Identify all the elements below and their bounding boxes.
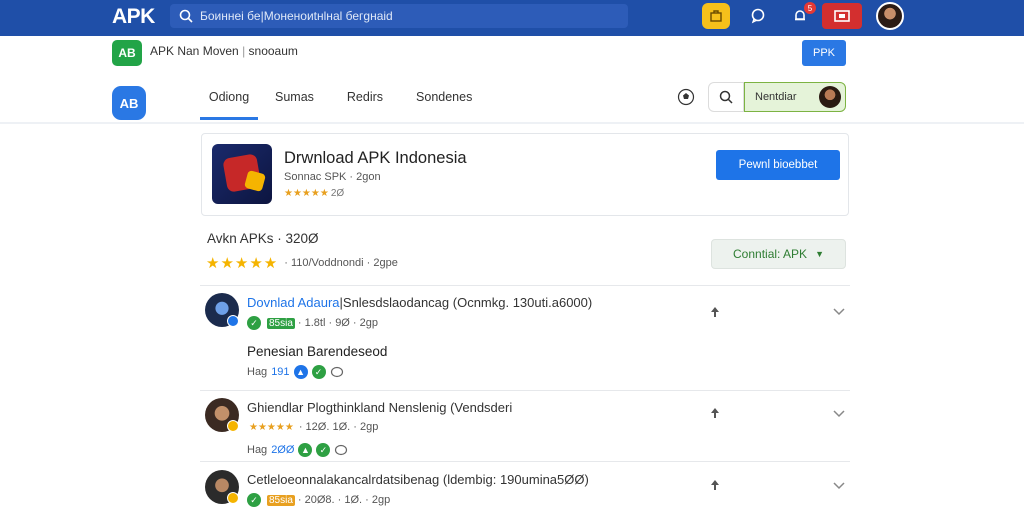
sub-title-subtitle: snooaum xyxy=(248,44,298,58)
sub-header-button[interactable]: PPK xyxy=(802,40,846,66)
item-meta-text: · 20Ø8. · 1Ø. · 2gp xyxy=(297,494,391,506)
summary-title: Avkn APKs · 320Ø xyxy=(207,231,319,246)
app-stars: ★★★★★ xyxy=(284,188,329,199)
foot-value: 191 xyxy=(271,366,290,378)
nav-search-button[interactable] xyxy=(708,82,744,112)
item-chip: ★★★★★ xyxy=(249,421,294,433)
item-title-rest: |Snlesdslaodancag (Ocnmkg. 130uti.a6000) xyxy=(339,295,593,310)
check-icon[interactable]: ✓ xyxy=(311,365,326,379)
verified-badge-icon xyxy=(227,420,239,432)
continue-apk-label: Conntial: APK xyxy=(733,247,808,261)
comment-icon[interactable] xyxy=(330,366,346,378)
nav-divider xyxy=(0,122,1024,124)
summary-meta: · 110/Voddnondi · 2gpe xyxy=(284,257,398,269)
item-title[interactable]: Ghiendlar Plogthinkland Nenslenig (Vends… xyxy=(247,400,512,415)
like-icon[interactable]: ▲ xyxy=(298,443,313,457)
item-title-link[interactable]: Dovnlad Adaura xyxy=(247,295,340,310)
foot-value: 2ØØ xyxy=(271,444,295,456)
tab-2[interactable]: Redirs xyxy=(347,84,383,120)
tab-3[interactable]: Sondenes xyxy=(416,84,472,120)
app-icon xyxy=(212,144,272,204)
site-logo[interactable]: APK xyxy=(112,5,155,29)
video-button[interactable] xyxy=(822,3,862,29)
search-input[interactable]: Боиннеі бе|Мoнeнoиtнlнal бегgнаіd xyxy=(170,4,628,28)
notifications-button[interactable]: 5 xyxy=(786,2,816,29)
search-icon xyxy=(719,90,733,104)
item-meta: ✓ 85sia · 20Ø8. · 1Ø. · 2gp xyxy=(247,493,390,507)
tab-0[interactable]: Odiong xyxy=(200,84,258,120)
video-icon xyxy=(834,10,850,22)
list-item: Cetleloeonnalakancalrdatsibenag (ldembig… xyxy=(200,470,850,510)
upvote-icon[interactable] xyxy=(708,305,722,319)
sub-header: AB APK Nan Moven | snooaum xyxy=(0,36,1024,66)
continue-apk-button[interactable]: Conntial: APK ▼ xyxy=(711,239,846,269)
sub-title-text: APK Nan Moven xyxy=(150,44,239,58)
like-icon[interactable]: ▲ xyxy=(293,365,308,379)
app-subtitle: Sonnac SPK · 2gon xyxy=(284,171,381,183)
upvote-icon[interactable] xyxy=(708,478,722,492)
app-rating: ★★★★★ 2Ø xyxy=(284,188,344,199)
item-title[interactable]: Dovnlad Adaura|Snlesdslaodancag (Ocnmkg.… xyxy=(247,295,592,310)
comment-icon[interactable] xyxy=(334,444,350,456)
download-button[interactable]: Pewnl bioebbet xyxy=(716,150,840,180)
chevron-down-icon[interactable] xyxy=(832,409,846,419)
item-chip: 85sia xyxy=(267,494,295,506)
sub-header-title: APK Nan Moven | snooaum xyxy=(150,44,298,58)
chevron-down-icon[interactable] xyxy=(832,481,846,491)
signin-button[interactable]: Nentdiar xyxy=(744,82,846,112)
app-card: Drwnload APK Indonesia Sonnac SPK · 2gon… xyxy=(201,133,849,216)
app-title: Drwnload APK Indonesia xyxy=(284,149,467,167)
item-footer: Hag 2ØØ ▲ ✓ xyxy=(247,443,350,457)
notification-badge: 5 xyxy=(804,2,816,14)
verified-badge-icon xyxy=(227,492,239,504)
item-title-rest: Ghiendlar Plogthinkland Nenslenig (Vends… xyxy=(247,400,513,415)
item-title[interactable]: Cetleloeonnalakancalrdatsibenag (ldembig… xyxy=(247,472,589,487)
item-footer: Hag 191 ▲ ✓ xyxy=(247,365,346,379)
item-body: Penesian Barendeseod xyxy=(247,344,388,359)
divider xyxy=(200,285,850,286)
item-meta: ★★★★★ · 12Ø. 1Ø. · 2gp xyxy=(247,421,378,433)
chevron-down-icon[interactable] xyxy=(832,307,846,317)
divider xyxy=(200,390,850,391)
shop-icon xyxy=(710,10,722,22)
sub-title-separator: | xyxy=(242,44,246,58)
signin-label: Nentdiar xyxy=(755,91,797,103)
foot-label: Hag xyxy=(247,366,268,378)
shop-button[interactable] xyxy=(702,3,730,29)
chat-button[interactable] xyxy=(744,3,772,29)
item-chip: 85sia xyxy=(267,317,295,329)
check-icon[interactable]: ✓ xyxy=(316,443,331,457)
nav-logo[interactable]: AB xyxy=(112,86,146,120)
summary-stars: ★★★★★ xyxy=(206,255,279,272)
item-title-rest: Cetleloeonnalakancalrdatsibenag (ldembig… xyxy=(247,472,589,487)
item-meta: ✓ 85sia · 1.8tl · 9Ø · 2gp xyxy=(247,316,378,330)
signin-avatar xyxy=(819,86,841,108)
chevron-down-icon: ▼ xyxy=(815,249,824,259)
list-item: Dovnlad Adaura|Snlesdslaodancag (Ocnmkg.… xyxy=(200,293,850,388)
search-icon xyxy=(179,9,193,23)
tab-1[interactable]: Sumas xyxy=(275,84,314,120)
verified-badge-icon xyxy=(227,315,239,327)
user-avatar[interactable] xyxy=(876,2,904,30)
app-badge-icon: AB xyxy=(112,40,142,66)
divider xyxy=(200,461,850,462)
check-icon: ✓ xyxy=(247,316,261,330)
chat-icon xyxy=(751,8,765,24)
check-icon: ✓ xyxy=(247,493,261,507)
list-item: Ghiendlar Plogthinkland Nenslenig (Vends… xyxy=(200,398,850,468)
upvote-icon[interactable] xyxy=(708,406,722,420)
summary-rating: ★★★★★ · 110/Voddnondi · 2gpe xyxy=(206,254,398,272)
app-rating-value: 2Ø xyxy=(330,188,345,199)
top-bar: APK Боиннеі бе|Мoнeнoиtнlнal бегgнаіd 5 xyxy=(0,0,1024,36)
item-meta-text: · 12Ø. 1Ø. · 2gp xyxy=(298,421,379,433)
nav-tabs: Odiong Sumas Redirs Sondenes xyxy=(200,84,505,120)
item-meta-text: · 1.8tl · 9Ø · 2gp xyxy=(297,317,378,329)
foot-label: Hag xyxy=(247,444,268,456)
soccer-ball-icon[interactable] xyxy=(677,88,695,106)
search-placeholder: Боиннеі бе|Мoнeнoиtнlнal бегgнаіd xyxy=(200,9,393,23)
